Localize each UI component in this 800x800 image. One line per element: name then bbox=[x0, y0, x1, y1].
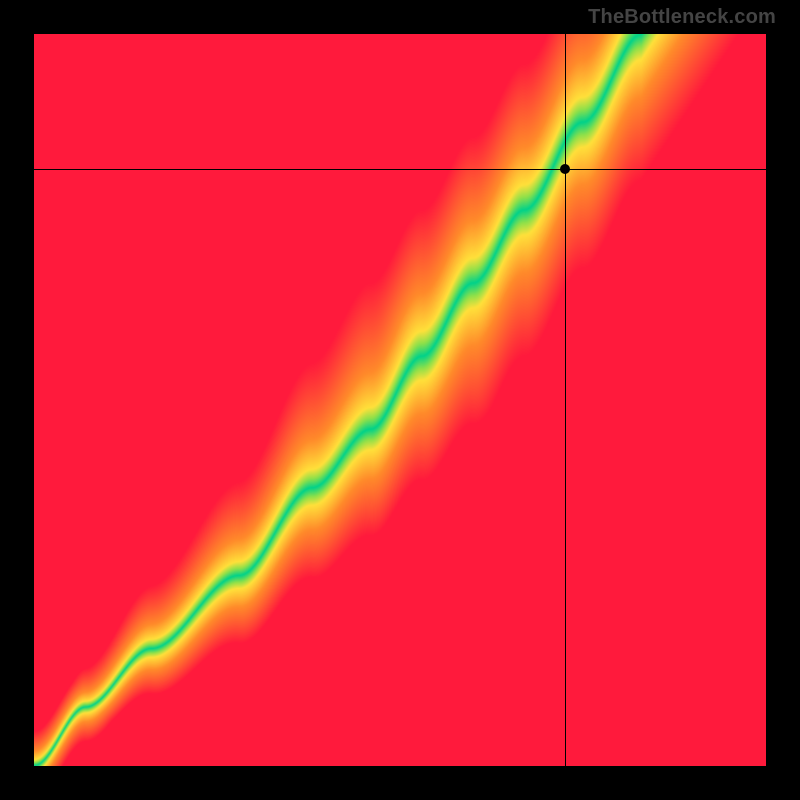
chart-stage: TheBottleneck.com bbox=[0, 0, 800, 800]
bottleneck-heatmap bbox=[34, 34, 766, 766]
watermark-text: TheBottleneck.com bbox=[588, 6, 776, 29]
